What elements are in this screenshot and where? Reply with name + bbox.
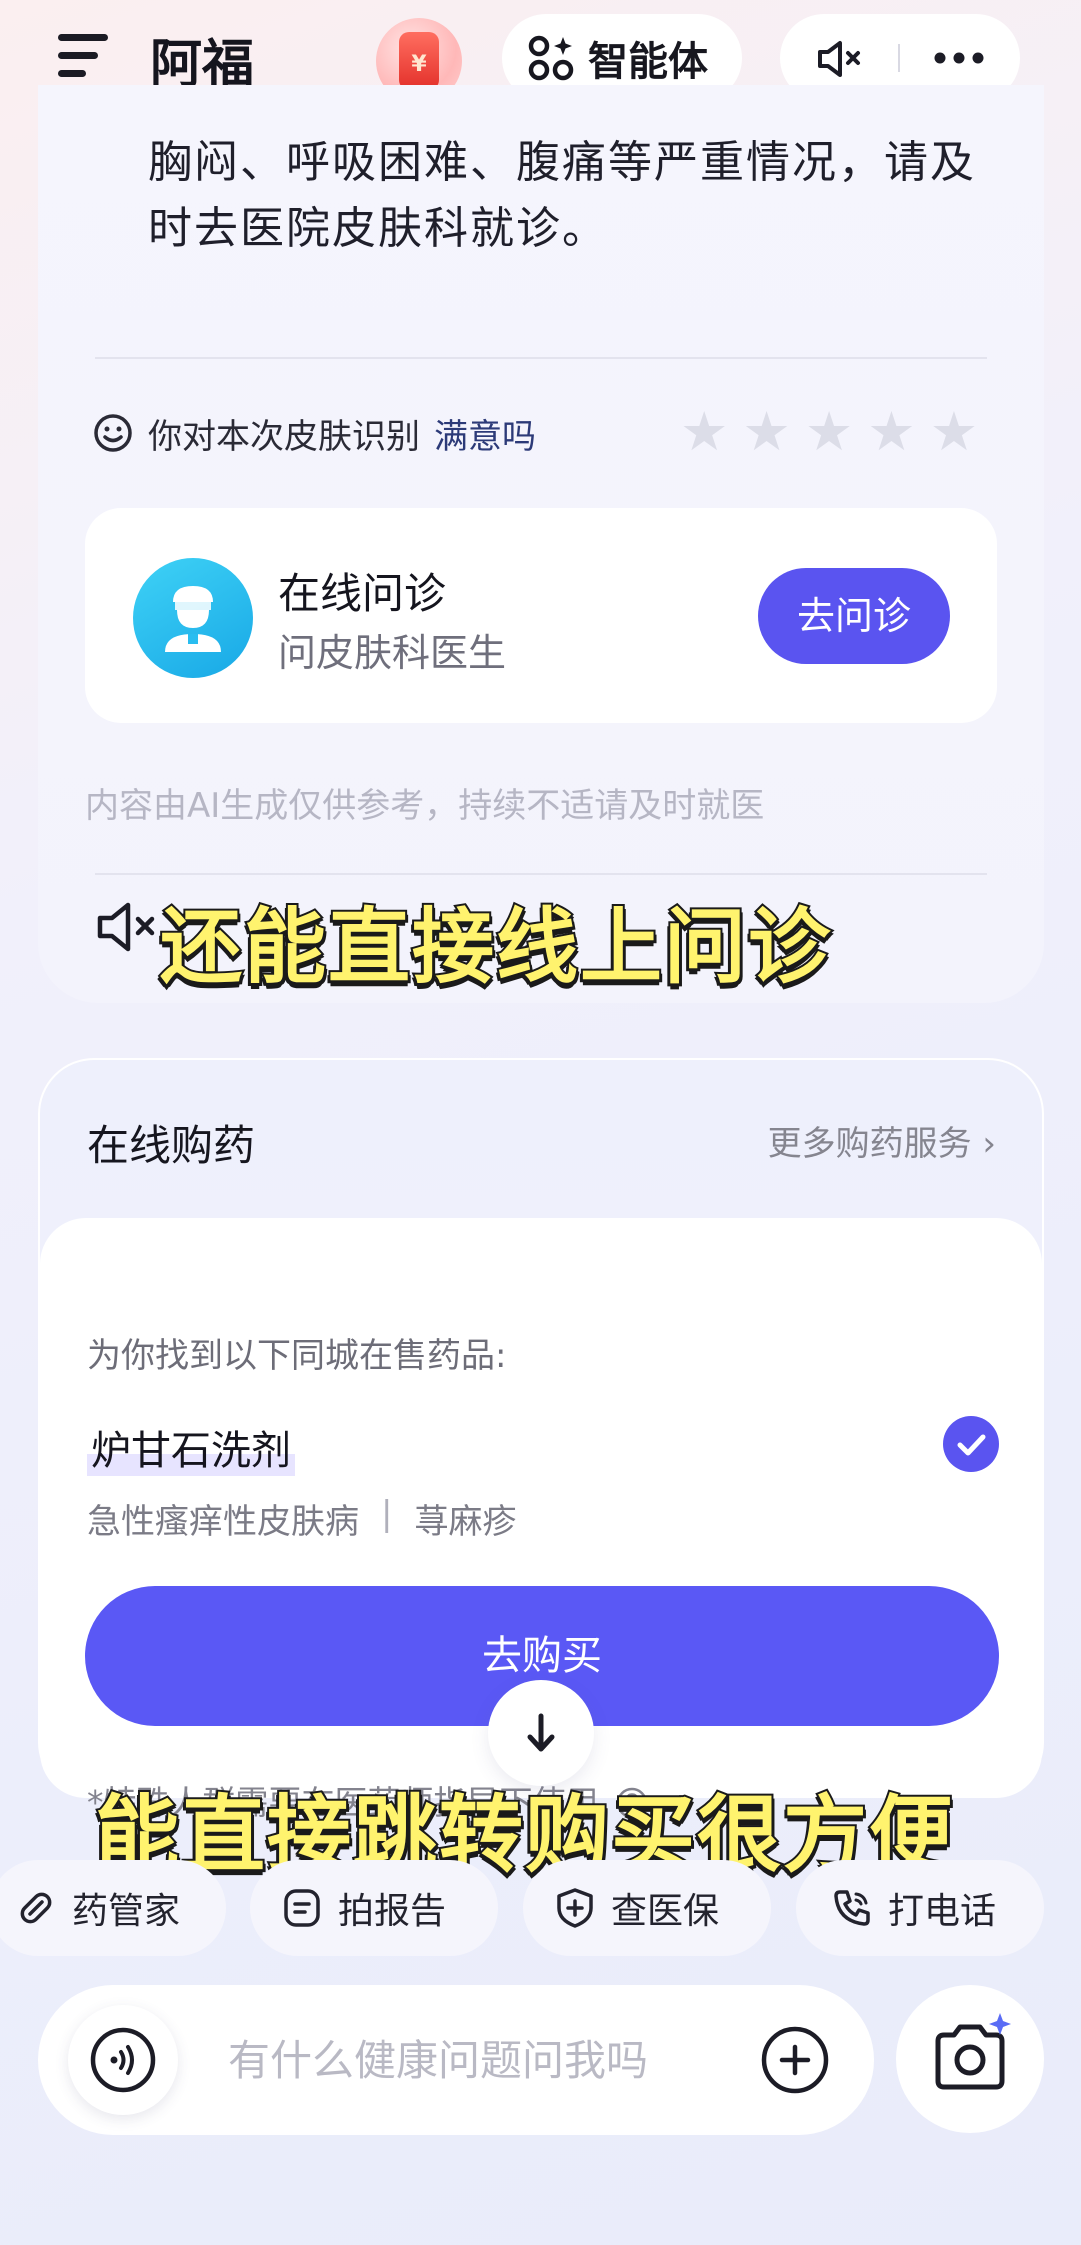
chip-phone-call[interactable]: 打电话 (796, 1860, 1044, 1956)
ai-disclaimer: 内容由AI生成仅供参考，持续不适请及时就医 (85, 786, 765, 826)
pharmacy-title: 在线购药 (87, 1121, 256, 1170)
header-divider (898, 44, 900, 72)
star-icon[interactable]: ★ (742, 402, 790, 462)
report-icon (284, 1889, 320, 1927)
speaker-mute-icon[interactable] (816, 40, 868, 78)
menu-icon[interactable] (58, 30, 108, 80)
rating-stars: ★ ★ ★ ★ ★ (680, 402, 978, 462)
speaker-mute-icon[interactable] (96, 900, 162, 954)
chat-input-bar (38, 1985, 874, 2135)
divider (95, 873, 987, 875)
chip-medicine-manager[interactable]: 药管家 (0, 1860, 226, 1956)
chip-check-insurance[interactable]: 查医保 (523, 1860, 771, 1956)
coin-symbol: ¥ (399, 32, 439, 90)
chip-label: 药管家 (72, 1891, 181, 1932)
chip-photo-report[interactable]: 拍报告 (250, 1860, 498, 1956)
star-icon[interactable]: ★ (867, 402, 915, 462)
feedback-question: 你对本次皮肤识别 (148, 416, 420, 457)
online-consult-card[interactable]: 在线问诊 问皮肤科医生 去问诊 (85, 508, 997, 723)
drug-indications: 急性瘙痒性皮肤病 | 荨麻疹 (87, 1494, 516, 1543)
star-icon[interactable]: ★ (930, 402, 978, 462)
star-icon[interactable]: ★ (680, 402, 728, 462)
camera-button[interactable] (896, 1985, 1044, 2133)
check-icon[interactable] (943, 1416, 999, 1472)
chat-input[interactable] (228, 2027, 728, 2093)
drug-tag: 荨麻疹 (414, 1502, 517, 1542)
agent-button-label: 智能体 (588, 39, 708, 85)
found-text: 为你找到以下同城在售药品: (87, 1336, 507, 1376)
divider (95, 357, 987, 359)
go-consult-button[interactable]: 去问诊 (758, 568, 950, 664)
chip-label: 查医保 (611, 1891, 720, 1932)
consult-title: 在线问诊 (278, 569, 447, 618)
feedback-row: 你对本次皮肤识别 满意吗 (92, 408, 536, 458)
consult-subtitle: 问皮肤科医生 (278, 631, 507, 675)
more-pharmacy-link[interactable]: 更多购药服务 › (768, 1116, 996, 1165)
drug-tag: 急性瘙痒性皮肤病 (87, 1502, 359, 1542)
insurance-icon (557, 1888, 593, 1928)
phone-icon (834, 1890, 870, 1926)
chip-label: 拍报告 (338, 1891, 447, 1932)
camera-icon (935, 2013, 1011, 2090)
star-icon[interactable]: ★ (805, 402, 853, 462)
warning-text: 胸闷、呼吸困难、腹痛等严重情况，请及时去医院皮肤科就诊。 (148, 137, 976, 254)
smile-icon (94, 414, 132, 452)
video-caption-top: 还能直接线上问诊 (158, 898, 833, 997)
agent-icon (528, 35, 574, 81)
chip-label: 打电话 (888, 1891, 997, 1932)
voice-input-button[interactable] (68, 2005, 178, 2115)
plus-icon[interactable] (758, 2023, 832, 2097)
more-icon[interactable] (933, 50, 985, 66)
pill-icon (20, 1892, 52, 1924)
voice-icon (90, 2027, 156, 2093)
drug-name[interactable]: 炉甘石洗剂 (87, 1418, 295, 1476)
tag-separator: | (381, 1494, 393, 1534)
feedback-highlight: 满意吗 (434, 416, 536, 457)
doctor-icon (133, 558, 253, 678)
